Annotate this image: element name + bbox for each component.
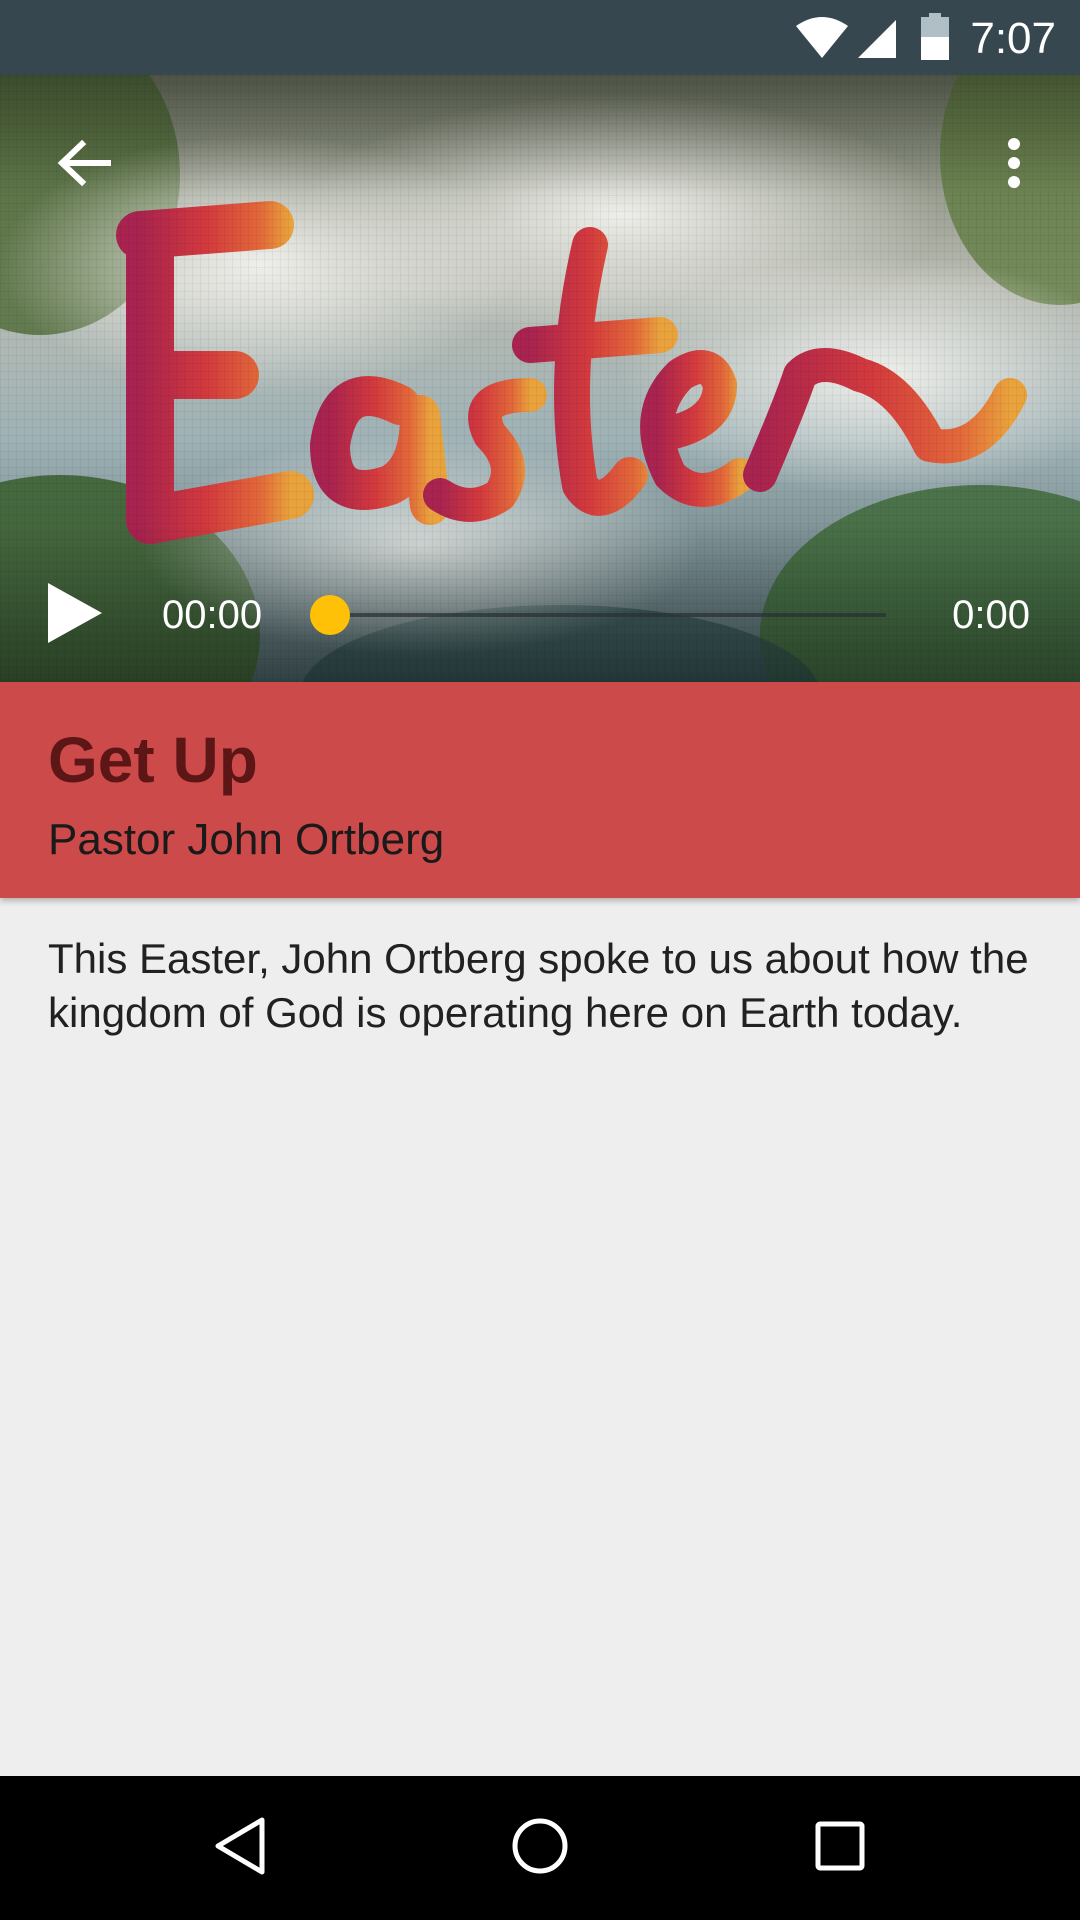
- status-time: 7:07: [970, 14, 1056, 63]
- elapsed-time: 00:00: [162, 593, 263, 637]
- back-button[interactable]: [44, 125, 124, 205]
- seek-bar[interactable]: [310, 595, 886, 635]
- sermon-description: This Easter, John Ortberg spoke to us ab…: [48, 935, 1029, 1036]
- top-scrim: [0, 75, 1080, 195]
- sermon-header: Get Up Pastor John Ortberg: [0, 682, 1080, 898]
- sermon-title: Get Up: [48, 724, 258, 796]
- nav-recents-button[interactable]: [795, 1808, 885, 1888]
- play-button[interactable]: [30, 570, 120, 660]
- battery-icon: [920, 13, 950, 66]
- nav-home-icon: [511, 1817, 569, 1880]
- media-player[interactable]: 00:00 0:00: [0, 75, 1080, 682]
- nav-home-button[interactable]: [495, 1808, 585, 1888]
- sermon-speaker: Pastor John Ortberg: [48, 815, 445, 864]
- nav-back-button[interactable]: [195, 1808, 285, 1888]
- screen: 7:07 00:00 0:00 Get Up Pastor John Ortbe…: [0, 0, 1080, 1920]
- arrow-back-icon: [56, 139, 112, 192]
- status-bar: 7:07: [0, 0, 1080, 75]
- more-vert-icon: [1006, 137, 1022, 194]
- nav-back-icon: [212, 1816, 268, 1881]
- duration-time: 0:00: [952, 593, 1030, 637]
- play-icon: [46, 581, 104, 650]
- more-options-button[interactable]: [974, 125, 1054, 205]
- wifi-icon: [794, 16, 850, 65]
- nav-recents-icon: [814, 1820, 866, 1877]
- seek-thumb[interactable]: [310, 595, 350, 635]
- signal-icon: [856, 16, 898, 65]
- navigation-bar: [0, 1776, 1080, 1920]
